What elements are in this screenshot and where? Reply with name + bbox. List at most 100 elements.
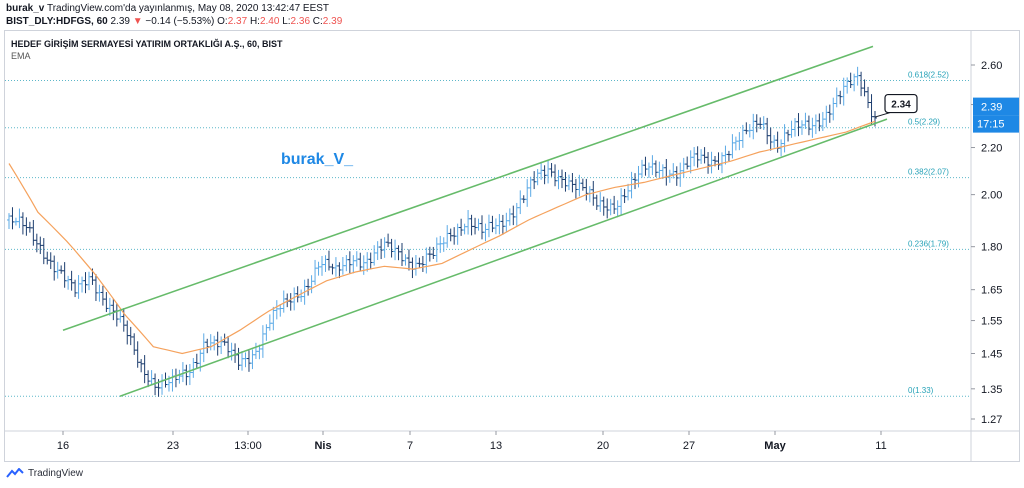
- ohlc-bar: [424, 247, 429, 274]
- ohlc-bar: [831, 97, 836, 121]
- ohlc-bar: [765, 117, 770, 145]
- ohlc-bar: [139, 359, 144, 373]
- ohlc-bar: [441, 237, 446, 252]
- ohlc-bar: [354, 251, 359, 267]
- ohlc-bar: [347, 251, 352, 274]
- ohlc-bar: [246, 350, 251, 372]
- ohlc-bar: [400, 242, 405, 267]
- ohlc-bar: [573, 178, 578, 199]
- ohlc-bar: [514, 202, 519, 226]
- ohlc-bar: [768, 127, 773, 151]
- ohlc-bar: [253, 342, 258, 360]
- ohlc-bar: [38, 236, 43, 255]
- ohlc-bar: [288, 293, 293, 311]
- publish-info: burak_v TradingView.com'da yayınlanmış, …: [6, 3, 329, 14]
- ohlc-bar: [417, 257, 422, 268]
- ohlc-bar: [111, 298, 116, 321]
- ohlc-bar: [639, 159, 644, 178]
- x-tick-label: 13: [490, 440, 502, 452]
- ohlc-bar: [476, 218, 481, 231]
- open-value: 2.37: [227, 16, 248, 27]
- ohlc-bar: [365, 252, 370, 272]
- ohlc-bar: [434, 237, 439, 263]
- ohlc-bar: [486, 214, 491, 238]
- ohlc-bar: [793, 118, 798, 137]
- ohlc-bar: [403, 254, 408, 266]
- ohlc-bar: [511, 205, 516, 226]
- ohlc-bar: [615, 200, 620, 218]
- ohlc-bar: [114, 303, 119, 327]
- ohlc-bar: [386, 233, 391, 248]
- ohlc-bar: [281, 290, 286, 313]
- ohlc-bar: [646, 162, 651, 178]
- ohlc-bar: [125, 320, 130, 345]
- ohlc-bar: [306, 278, 311, 296]
- ohlc-bar: [128, 326, 133, 346]
- ohlc-bar: [702, 147, 707, 164]
- ohlc-bar: [754, 114, 759, 133]
- footer-brand: TradingView: [28, 468, 84, 479]
- channel-upper-line: [62, 45, 874, 331]
- ohlc-bar: [601, 196, 606, 216]
- ohlc-bar: [10, 207, 15, 230]
- ohlc-bar: [619, 188, 624, 216]
- ohlc-bar: [553, 164, 558, 187]
- ohlc-bar: [396, 245, 401, 261]
- ohlc-bar: [73, 279, 78, 298]
- ohlc-bar: [730, 134, 735, 159]
- ohlc-bar: [500, 214, 505, 235]
- ohlc-bar: [351, 255, 356, 274]
- ohlc-bar: [786, 129, 791, 142]
- ohlc-bar: [240, 351, 245, 371]
- ohlc-bar: [726, 150, 731, 161]
- ohlc-bar: [796, 113, 801, 137]
- ohlc-bar: [358, 252, 363, 272]
- ohlc-bar: [226, 335, 231, 359]
- low-value: 2.36: [290, 16, 311, 27]
- ohlc-bar: [250, 349, 255, 370]
- ohlc-bar: [20, 212, 25, 235]
- down-arrow-icon: ▼: [132, 16, 143, 27]
- ohlc-bar: [633, 173, 638, 190]
- ohlc-bar: [664, 158, 669, 186]
- ohlc-bar: [69, 270, 74, 291]
- ohlc-bar: [212, 335, 217, 351]
- ohlc-bar: [813, 114, 818, 135]
- last-price-label: 2.39: [981, 102, 1002, 114]
- ohlc-bar: [62, 262, 67, 288]
- price-chart[interactable]: 0.618(2.52) 0.5(2.29) 0.382(2.07) 0.236(1.7…: [5, 31, 1019, 461]
- ohlc-bar: [7, 213, 11, 229]
- ohlc-bar: [563, 172, 568, 192]
- ohlc-bar: [674, 166, 679, 186]
- ohlc-bar: [260, 325, 265, 358]
- ohlc-bar: [473, 217, 478, 235]
- ohlc-bar: [146, 370, 151, 388]
- chart-panel[interactable]: 0.618(2.52) 0.5(2.29) 0.382(2.07) 0.236(1.7…: [4, 30, 1020, 462]
- ohlc-bar: [688, 150, 693, 174]
- ohlc-bar: [848, 72, 853, 89]
- ohlc-bar: [41, 238, 46, 265]
- ohlc-bar: [219, 336, 224, 355]
- ohlc-bar: [612, 195, 617, 214]
- ohlc-bar: [747, 124, 752, 138]
- y-tick-label: 1.27: [981, 414, 1002, 426]
- ohlc-bar: [24, 217, 29, 236]
- fib-label: 0(1.33): [908, 386, 934, 395]
- ohlc-bar: [372, 245, 377, 266]
- channel-lower-line: [119, 118, 888, 397]
- ohlc-bar: [466, 209, 471, 235]
- ohlc-bar: [598, 192, 603, 213]
- ohlc-bar: [782, 124, 787, 153]
- y-tick-label: 1.35: [981, 384, 1002, 396]
- ohlc-bar: [838, 90, 843, 105]
- ohlc-bar: [577, 174, 582, 197]
- ohlc-bar: [229, 342, 234, 361]
- ohlc-bar: [737, 132, 742, 151]
- high-value: 2.40: [259, 16, 280, 27]
- ohlc-bar: [337, 262, 342, 279]
- ohlc-bar: [459, 218, 464, 236]
- ohlc-bar: [570, 172, 575, 193]
- ohlc-bar: [699, 149, 704, 164]
- ohlc-bar: [205, 338, 210, 354]
- ohlc-bar: [191, 358, 196, 378]
